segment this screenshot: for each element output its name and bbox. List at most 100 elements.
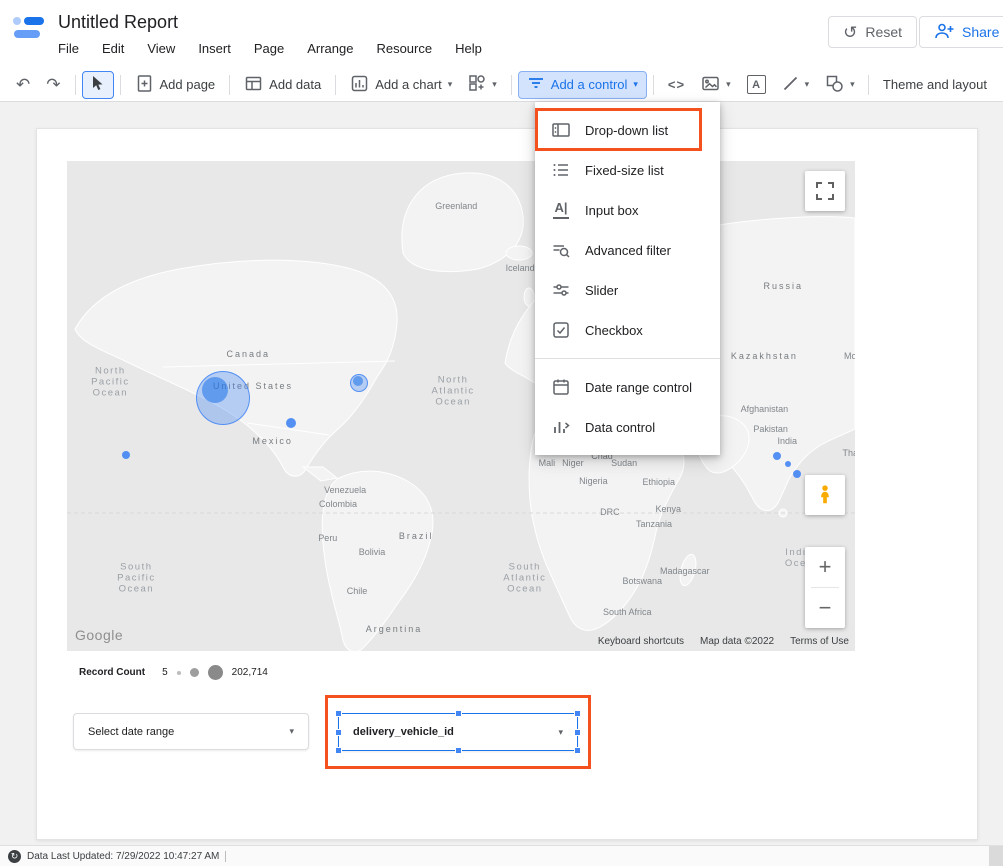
status-bar: ↻ Data Last Updated: 7/29/2022 10:47:27 … xyxy=(0,845,1003,866)
selection-handle[interactable] xyxy=(455,747,462,754)
code-icon: <> xyxy=(668,77,685,92)
theme-and-layout-button[interactable]: Theme and layout xyxy=(875,71,995,99)
map-bubble xyxy=(122,451,130,459)
selection-handle[interactable] xyxy=(574,710,581,717)
add-control-button[interactable]: Add a control ▾ xyxy=(518,71,647,99)
add-data-button[interactable]: Add data xyxy=(236,71,329,99)
map-bubble xyxy=(353,376,363,386)
dropdown-list-icon xyxy=(551,120,571,140)
menu-help[interactable]: Help xyxy=(455,41,482,56)
filter-icon xyxy=(527,74,545,95)
shape-tool-button[interactable]: ▾ xyxy=(817,71,863,99)
toolbar: ↶ ↷ Add page Add data xyxy=(0,68,1003,102)
selection-handle[interactable] xyxy=(335,747,342,754)
add-control-menu: Drop-down list Fixed-size list A| Input … xyxy=(535,102,720,455)
add-chart-label: Add a chart xyxy=(375,77,442,92)
pegman-button[interactable] xyxy=(805,475,845,515)
menu-item-drop-down-list[interactable]: Drop-down list xyxy=(535,110,720,150)
bubble-map-chart[interactable]: GreenlandIcelandCanadaUnited StatesMexic… xyxy=(67,161,855,651)
share-label: Share xyxy=(962,24,999,40)
last-updated-text: Data Last Updated: 7/29/2022 10:47:27 AM xyxy=(27,851,219,862)
menu-file[interactable]: File xyxy=(58,41,79,56)
select-tool-button[interactable] xyxy=(82,71,114,99)
menu-item-checkbox[interactable]: Checkbox xyxy=(535,310,720,350)
fullscreen-icon xyxy=(814,180,836,202)
zoom-out-button[interactable]: − xyxy=(805,588,845,628)
fullscreen-button[interactable] xyxy=(805,171,845,211)
reset-icon: ↺ xyxy=(843,24,857,41)
selection-handle[interactable] xyxy=(574,729,581,736)
selection-handle[interactable] xyxy=(335,729,342,736)
menu-item-label: Data control xyxy=(585,420,655,435)
add-chart-button[interactable]: Add a chart ▾ xyxy=(342,71,460,99)
app-header: Untitled Report File Edit View Insert Pa… xyxy=(0,0,1003,68)
menu-insert[interactable]: Insert xyxy=(198,41,231,56)
add-data-label: Add data xyxy=(269,77,321,92)
menu-item-fixed-size-list[interactable]: Fixed-size list xyxy=(535,150,720,190)
terms-of-use-link[interactable]: Terms of Use xyxy=(790,636,849,647)
menu-item-advanced-filter[interactable]: Advanced filter xyxy=(535,230,720,270)
line-tool-button[interactable]: ▾ xyxy=(774,71,818,99)
community-visualizations-button[interactable]: ▾ xyxy=(460,71,505,99)
date-range-label: Select date range xyxy=(88,726,174,738)
add-chart-icon xyxy=(350,74,369,96)
map-bubble xyxy=(785,461,791,467)
report-title[interactable]: Untitled Report xyxy=(58,12,178,33)
add-data-icon xyxy=(244,74,263,96)
menu-resource[interactable]: Resource xyxy=(376,41,432,56)
reset-button[interactable]: ↺ Reset xyxy=(828,16,917,48)
add-page-button[interactable]: Add page xyxy=(127,71,224,99)
menu-edit[interactable]: Edit xyxy=(102,41,124,56)
toolbar-divider xyxy=(653,75,654,95)
zoom-in-button[interactable]: + xyxy=(805,547,845,587)
redo-icon: ↷ xyxy=(46,76,60,93)
fixed-size-list-icon xyxy=(551,160,571,180)
toolbar-divider xyxy=(868,75,869,95)
menu-item-data-control[interactable]: Data control xyxy=(535,407,720,447)
community-visualizations-icon xyxy=(468,74,486,95)
selection-handle[interactable] xyxy=(455,710,462,717)
bubble-size-legend: Record Count 5 202,714 xyxy=(79,665,268,680)
line-icon xyxy=(782,75,799,95)
google-maps-logo: Google xyxy=(75,627,123,643)
chevron-down-icon: ▾ xyxy=(492,80,497,89)
menu-item-date-range-control[interactable]: Date range control xyxy=(535,367,720,407)
menu-divider xyxy=(535,358,720,359)
map-bubble xyxy=(773,452,781,460)
menu-view[interactable]: View xyxy=(147,41,175,56)
dropdown-list-control-selected[interactable]: delivery_vehicle_id ▾ xyxy=(338,713,578,751)
menu-item-input-box[interactable]: A| Input box xyxy=(535,190,720,230)
keyboard-shortcuts-link[interactable]: Keyboard shortcuts xyxy=(598,636,684,647)
legend-min-value: 5 xyxy=(162,667,168,678)
menu-item-label: Date range control xyxy=(585,380,692,395)
shape-icon xyxy=(825,74,844,96)
chevron-down-icon: ▾ xyxy=(726,80,731,89)
person-add-icon xyxy=(934,22,954,43)
theme-label: Theme and layout xyxy=(883,77,987,92)
pegman-icon xyxy=(814,483,836,507)
image-tool-button[interactable]: ▾ xyxy=(693,71,739,99)
date-range-control[interactable]: Select date range ▾ xyxy=(73,713,309,750)
menu-item-label: Fixed-size list xyxy=(585,163,664,178)
input-box-icon: A| xyxy=(551,200,571,220)
undo-button[interactable]: ↶ xyxy=(8,71,38,99)
slider-icon xyxy=(551,280,571,300)
embed-url-button[interactable]: <> xyxy=(660,71,693,99)
text-icon: A xyxy=(747,75,766,94)
report-page[interactable]: GreenlandIcelandCanadaUnited StatesMexic… xyxy=(36,128,978,840)
advanced-filter-icon xyxy=(551,240,571,260)
text-tool-button[interactable]: A xyxy=(739,71,774,99)
menu-arrange[interactable]: Arrange xyxy=(307,41,353,56)
data-studio-logo-icon[interactable] xyxy=(12,14,46,44)
menu-item-label: Advanced filter xyxy=(585,243,671,258)
toolbar-divider xyxy=(335,75,336,95)
chevron-down-icon: ▾ xyxy=(448,80,453,89)
share-button[interactable]: Share xyxy=(919,16,1003,48)
menu-page[interactable]: Page xyxy=(254,41,284,56)
menu-item-slider[interactable]: Slider xyxy=(535,270,720,310)
looker-studio-app: Untitled Report File Edit View Insert Pa… xyxy=(0,0,1003,866)
redo-button[interactable]: ↷ xyxy=(38,71,68,99)
selection-handle[interactable] xyxy=(574,747,581,754)
selection-handle[interactable] xyxy=(335,710,342,717)
report-canvas: GreenlandIcelandCanadaUnited StatesMexic… xyxy=(0,102,1003,845)
